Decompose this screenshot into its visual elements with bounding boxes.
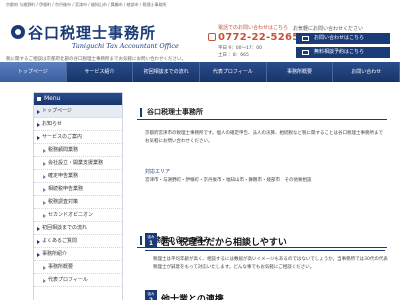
arrow-right-icon	[37, 226, 40, 231]
sidebar-item[interactable]: お知らせ	[34, 118, 122, 131]
arrow-right-icon	[37, 135, 40, 140]
sidebar-item-label: 代表プロフィール	[48, 277, 88, 283]
strength-2-block: 強み 2 他士業との連携	[145, 290, 385, 300]
arrow-right-icon	[43, 278, 46, 283]
sidebar-item-label: よくあるご質問	[42, 238, 78, 244]
nav-office[interactable]: 事務所概要	[267, 62, 334, 82]
sidebar-menu: Menu トップページ お知らせサービスのご案内 税務顧問業務会社設立・開業支援業務…	[33, 92, 123, 300]
sidebar-item[interactable]: 事務所紹介	[34, 248, 122, 261]
strength-1-badge-label: 強み	[147, 235, 155, 239]
divider	[145, 250, 385, 251]
strength-1-text: 税理士は平均年齢が高く、相談するには敷居が高いイメージもあるのではないでしょうか…	[153, 257, 388, 270]
arrow-right-icon	[37, 122, 40, 127]
sidebar-item-label: セカンドオピニオン	[48, 212, 94, 218]
nav-contact[interactable]: お問い合わせ	[333, 62, 400, 82]
phone-icon	[208, 33, 216, 41]
business-hours: 平日 9：00〜17：00 土日 ：8：665	[218, 45, 262, 59]
sidebar-item-label: 税務調査対策	[48, 199, 79, 205]
sidebar-item[interactable]: 確定申告業務	[34, 170, 122, 183]
contact-form-button[interactable]: お問い合わせはこちら	[296, 33, 390, 44]
strength-1-title: 若い税理士だから相談しやすい	[161, 238, 287, 248]
topline-text: 京都府 与謝野町 / 伊根町 / 京丹後市 / 宮津市 / 福知山市 / 舞鶴市…	[6, 2, 167, 7]
hours-saturday: 土日 ：8：665	[218, 53, 249, 58]
logo-title[interactable]: 谷口税理士事務所	[28, 22, 156, 43]
strength-2-badge: 強み 2	[145, 290, 157, 300]
sidebar-item[interactable]: 相続税申告業務	[34, 183, 122, 196]
sidebar-item[interactable]: 税務調査対策	[34, 196, 122, 209]
sidebar-item[interactable]: トップページ	[34, 105, 122, 118]
sidebar-item-label: 確定申告業務	[48, 173, 79, 179]
strength-1-badge-num: 1	[148, 240, 154, 247]
arrow-right-icon	[37, 109, 40, 114]
intro-text: 京都府宮津市の税理士事務所です。個人の確定申告、法人の決算、相続税など税に関する…	[145, 131, 384, 144]
phone-label: 電話でのお問い合わせはこちら	[218, 25, 289, 31]
sidebar-item-label: 会社設立・開業支援業務	[48, 160, 104, 166]
sidebar-item[interactable]: よくあるご質問	[34, 235, 122, 248]
nav-top[interactable]: トップページ	[0, 62, 67, 82]
sidebar-item-label: 税務顧問業務	[48, 147, 79, 153]
calendar-icon	[302, 50, 309, 55]
arrow-right-icon	[43, 265, 46, 270]
sidebar-item-label: 事務所概要	[48, 264, 74, 270]
site-header: 谷口税理士事務所 Taniguchi Tax Accountant Office…	[0, 10, 400, 62]
sidebar-item-label: 相続税申告業務	[48, 186, 84, 192]
arrow-right-icon	[43, 161, 46, 166]
strength-2-title: 他士業との連携	[161, 295, 224, 300]
contact-form-label: お問い合わせはこちら	[314, 35, 365, 41]
strength-1-badge: 強み 1	[145, 233, 157, 248]
nav-services[interactable]: サービス紹介	[67, 62, 134, 82]
sidebar-item[interactable]: 初回相談までの流れ	[34, 222, 122, 235]
sidebar-item-label: トップページ	[42, 108, 72, 114]
arrow-right-icon	[43, 148, 46, 153]
sidebar-item-label: 初回相談までの流れ	[42, 225, 88, 231]
free-consult-button[interactable]: 無料相談予約はこちら	[296, 47, 390, 58]
strength-1-block: 強み 1 若い税理士だから相談しやすい	[145, 233, 385, 251]
hours-weekday: 平日 9：00〜17：00	[218, 46, 262, 51]
strength-2-badge-label: 強み	[147, 292, 155, 296]
sidebar-item-label: お知らせ	[42, 121, 62, 127]
global-nav: トップページ サービス紹介 初回相談までの流れ 代表プロフィール 事務所概要 お…	[0, 62, 400, 82]
arrow-right-icon	[43, 213, 46, 218]
arrow-right-icon	[43, 187, 46, 192]
sidebar-item[interactable]: 代表プロフィール	[34, 274, 122, 287]
arrow-right-icon	[43, 174, 46, 179]
arrow-right-icon	[43, 200, 46, 205]
sidebar-title: Menu	[34, 93, 122, 105]
free-consult-label: 無料相談予約はこちら	[314, 49, 365, 55]
phone-number[interactable]: 0772-22-5265	[218, 32, 299, 43]
area-heading: 対応エリア	[145, 169, 171, 175]
sidebar-item-label: サービスのご案内	[42, 134, 83, 140]
sidebar-item[interactable]: 税務顧問業務	[34, 144, 122, 157]
sidebar-item[interactable]: 会社設立・開業支援業務	[34, 157, 122, 170]
sidebar-item-label: 事務所紹介	[42, 251, 68, 257]
contact-title: お気軽にお問い合わせください	[293, 26, 364, 32]
sidebar-item[interactable]: サービスのご案内	[34, 131, 122, 144]
arrow-right-icon	[37, 239, 40, 244]
arrow-right-icon	[37, 252, 40, 257]
page-title: 谷口税理士事務所	[137, 106, 387, 120]
sidebar-item[interactable]: セカンドオピニオン	[34, 209, 122, 222]
logo-icon	[11, 25, 25, 39]
logo-subtitle: Taniguchi Tax Accountant Office	[72, 42, 179, 50]
nav-flow[interactable]: 初回相談までの流れ	[133, 62, 201, 82]
area-text: 宮津市・与謝野町・伊根町・京丹後市・福知山市・舞鶴市・綾部市 その他要相談	[145, 178, 312, 183]
nav-profile[interactable]: 代表プロフィール	[200, 62, 267, 82]
sidebar-item[interactable]: 事務所概要	[34, 261, 122, 274]
mail-icon	[302, 36, 309, 41]
